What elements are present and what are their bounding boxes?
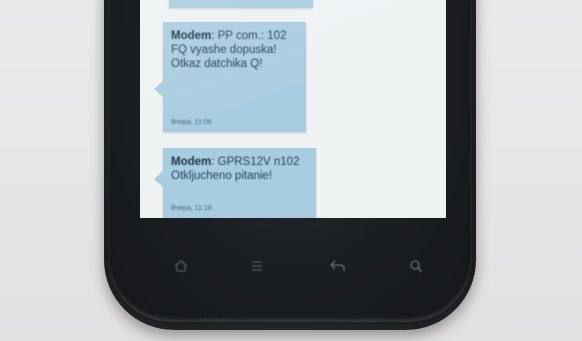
photo-scene: Modem: PP com.: 102 FQ vyashe dopuska! O… [0,0,582,341]
phone-screen: Modem: PP com.: 102 FQ vyashe dopuska! O… [140,0,446,218]
menu-icon[interactable] [246,255,268,277]
message-text: Modem: PP com.: 102 FQ vyashe dopuska! O… [171,30,287,70]
phone-bottom-detail [200,318,218,322]
previous-message-bubble [169,0,313,8]
message-bubble[interactable]: Modem: GPRS12V n102 Otkljucheno pitanie!… [154,148,316,218]
home-icon[interactable] [170,255,192,277]
back-icon[interactable] [327,255,349,277]
message-timestamp: Вчера, 11:06 [171,119,212,126]
search-icon[interactable] [405,255,427,277]
bubble-tail [154,170,164,188]
message-bubble[interactable]: Modem: PP com.: 102 FQ vyashe dopuska! O… [154,22,306,132]
message-sender: Modem [171,156,212,168]
bubble-tail [154,80,164,98]
message-timestamp: Вчера, 11:18 [171,205,212,212]
message-text: Modem: GPRS12V n102 Otkljucheno pitanie! [171,156,300,182]
message-sender: Modem [171,30,212,42]
